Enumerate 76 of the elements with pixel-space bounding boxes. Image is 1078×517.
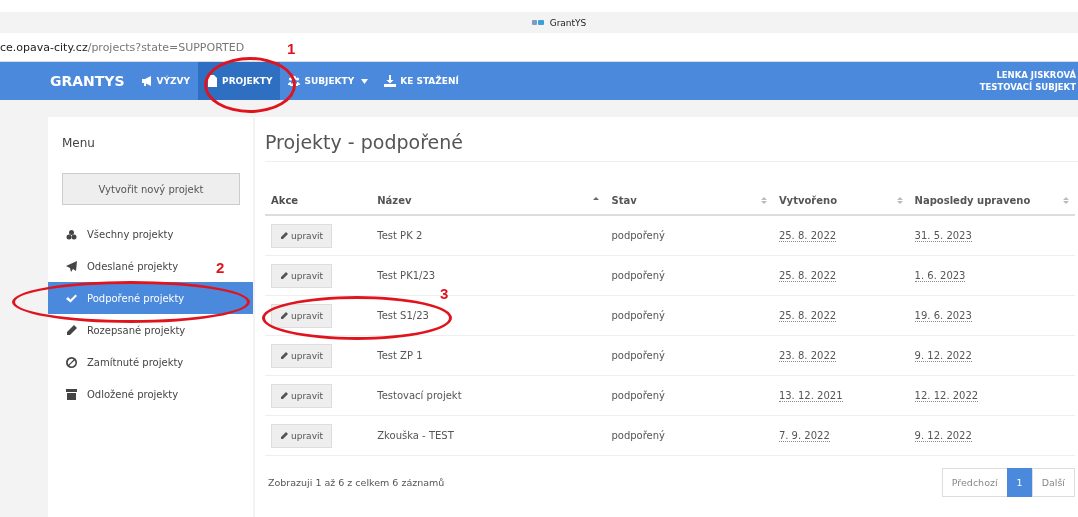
nav-tab[interactable]: VÝZVY	[132, 62, 199, 100]
pagination-button[interactable]: Další	[1031, 468, 1075, 497]
edit-button[interactable]: upravit	[271, 383, 332, 408]
status-text: podpořený	[611, 270, 666, 281]
check-icon	[66, 292, 77, 304]
pagination-button[interactable]: Předchozí	[941, 468, 1008, 497]
date-text: 9. 12. 2022	[914, 430, 972, 442]
pencil-icon	[280, 311, 288, 320]
document-icon	[206, 75, 219, 87]
column-header[interactable]: Stav	[611, 195, 637, 206]
sidebar-item[interactable]: Všechny projekty	[48, 218, 182, 250]
pencil-icon	[280, 351, 288, 360]
project-name: Test PK1/23	[377, 270, 436, 281]
date-text: 25. 8. 2022	[778, 270, 837, 282]
sidebar-title: Menu	[61, 135, 96, 152]
date-text: 1. 6. 2023	[914, 270, 966, 282]
megaphone-icon	[140, 75, 153, 87]
date-text: 9. 12. 2022	[914, 350, 972, 362]
paper-plane-icon	[66, 260, 77, 272]
status-text: podpořený	[611, 310, 666, 321]
date-text: 13. 12. 2021	[778, 390, 843, 402]
column-header[interactable]: Vytvořeno	[778, 195, 837, 206]
pagination-button[interactable]: 1	[1006, 468, 1033, 497]
status-text: podpořený	[611, 390, 666, 401]
download-icon	[384, 75, 397, 87]
user-subject: TESTOVACÍ SUBJEKT	[979, 82, 1076, 92]
brand-logo[interactable]: GRANTYS	[50, 62, 125, 100]
sidebar-item[interactable]: Rozepsané projekty	[48, 314, 194, 346]
annotation-number: 2	[216, 259, 225, 276]
date-text: 19. 6. 2023	[914, 310, 972, 322]
status-text: podpořený	[611, 430, 666, 441]
edit-button[interactable]: upravit	[271, 343, 332, 368]
date-text: 25. 8. 2022	[778, 230, 837, 242]
edit-button[interactable]: upravit	[271, 303, 332, 328]
nav-tab[interactable]: SUBJEKTY	[280, 62, 377, 100]
ban-icon	[66, 356, 77, 368]
cubes-icon	[66, 228, 77, 240]
user-name[interactable]: LENKA JISKROVÁ	[979, 70, 1076, 80]
site-logo-icon	[531, 19, 544, 26]
column-header[interactable]: Název	[377, 195, 412, 206]
edit-button[interactable]: upravit	[271, 263, 332, 288]
nav-tab[interactable]: KE STAŽENÍ	[376, 62, 467, 100]
pencil-icon	[66, 324, 77, 336]
page-title: Projekty - podpořené	[265, 117, 1078, 162]
pencil-icon	[280, 431, 288, 440]
date-text: 23. 8. 2022	[778, 350, 837, 362]
sidebar-item[interactable]: Odeslané projekty	[48, 250, 187, 282]
annotation-number: 3	[440, 285, 449, 302]
date-text: 7. 9. 2022	[778, 430, 830, 442]
sidebar-item[interactable]: Zamítnuté projekty	[48, 346, 192, 378]
column-header[interactable]: Naposledy upraveno	[914, 195, 1031, 206]
pencil-icon	[280, 231, 288, 240]
edit-button[interactable]: upravit	[271, 423, 332, 448]
sidebar-item[interactable]: Podpořené projekty	[48, 282, 253, 314]
date-text: 31. 5. 2023	[914, 230, 972, 242]
project-name: Testovací projekt	[377, 390, 462, 401]
column-header[interactable]: Akce	[271, 195, 299, 206]
create-project-button[interactable]: Vytvořit nový projekt	[62, 173, 240, 205]
edit-button[interactable]: upravit	[271, 223, 332, 248]
project-name: Zkouška - TEST	[377, 430, 454, 441]
date-text: 12. 12. 2022	[914, 390, 979, 402]
status-text: podpořený	[611, 350, 666, 361]
browser-tab-title[interactable]: GrantYS	[549, 17, 587, 28]
sidebar-item[interactable]: Odložené projekty	[48, 378, 187, 410]
project-name: Test S1/23	[377, 310, 429, 321]
project-name: Test ZP 1	[377, 350, 423, 361]
pencil-icon	[280, 271, 288, 280]
nav-tab[interactable]: PROJEKTY	[198, 62, 281, 100]
records-info: Zobrazuji 1 až 6 z celkem 6 záznamů	[267, 477, 445, 488]
date-text: 25. 8. 2022	[778, 310, 837, 322]
archive-icon	[66, 388, 77, 400]
pencil-icon	[280, 391, 288, 400]
status-text: podpořený	[611, 230, 666, 241]
project-name: Test PK 2	[377, 230, 423, 241]
url-text[interactable]: ce.opava-city.cz/projects?state=SUPPORTED	[0, 40, 245, 54]
annotation-number: 1	[287, 40, 296, 57]
